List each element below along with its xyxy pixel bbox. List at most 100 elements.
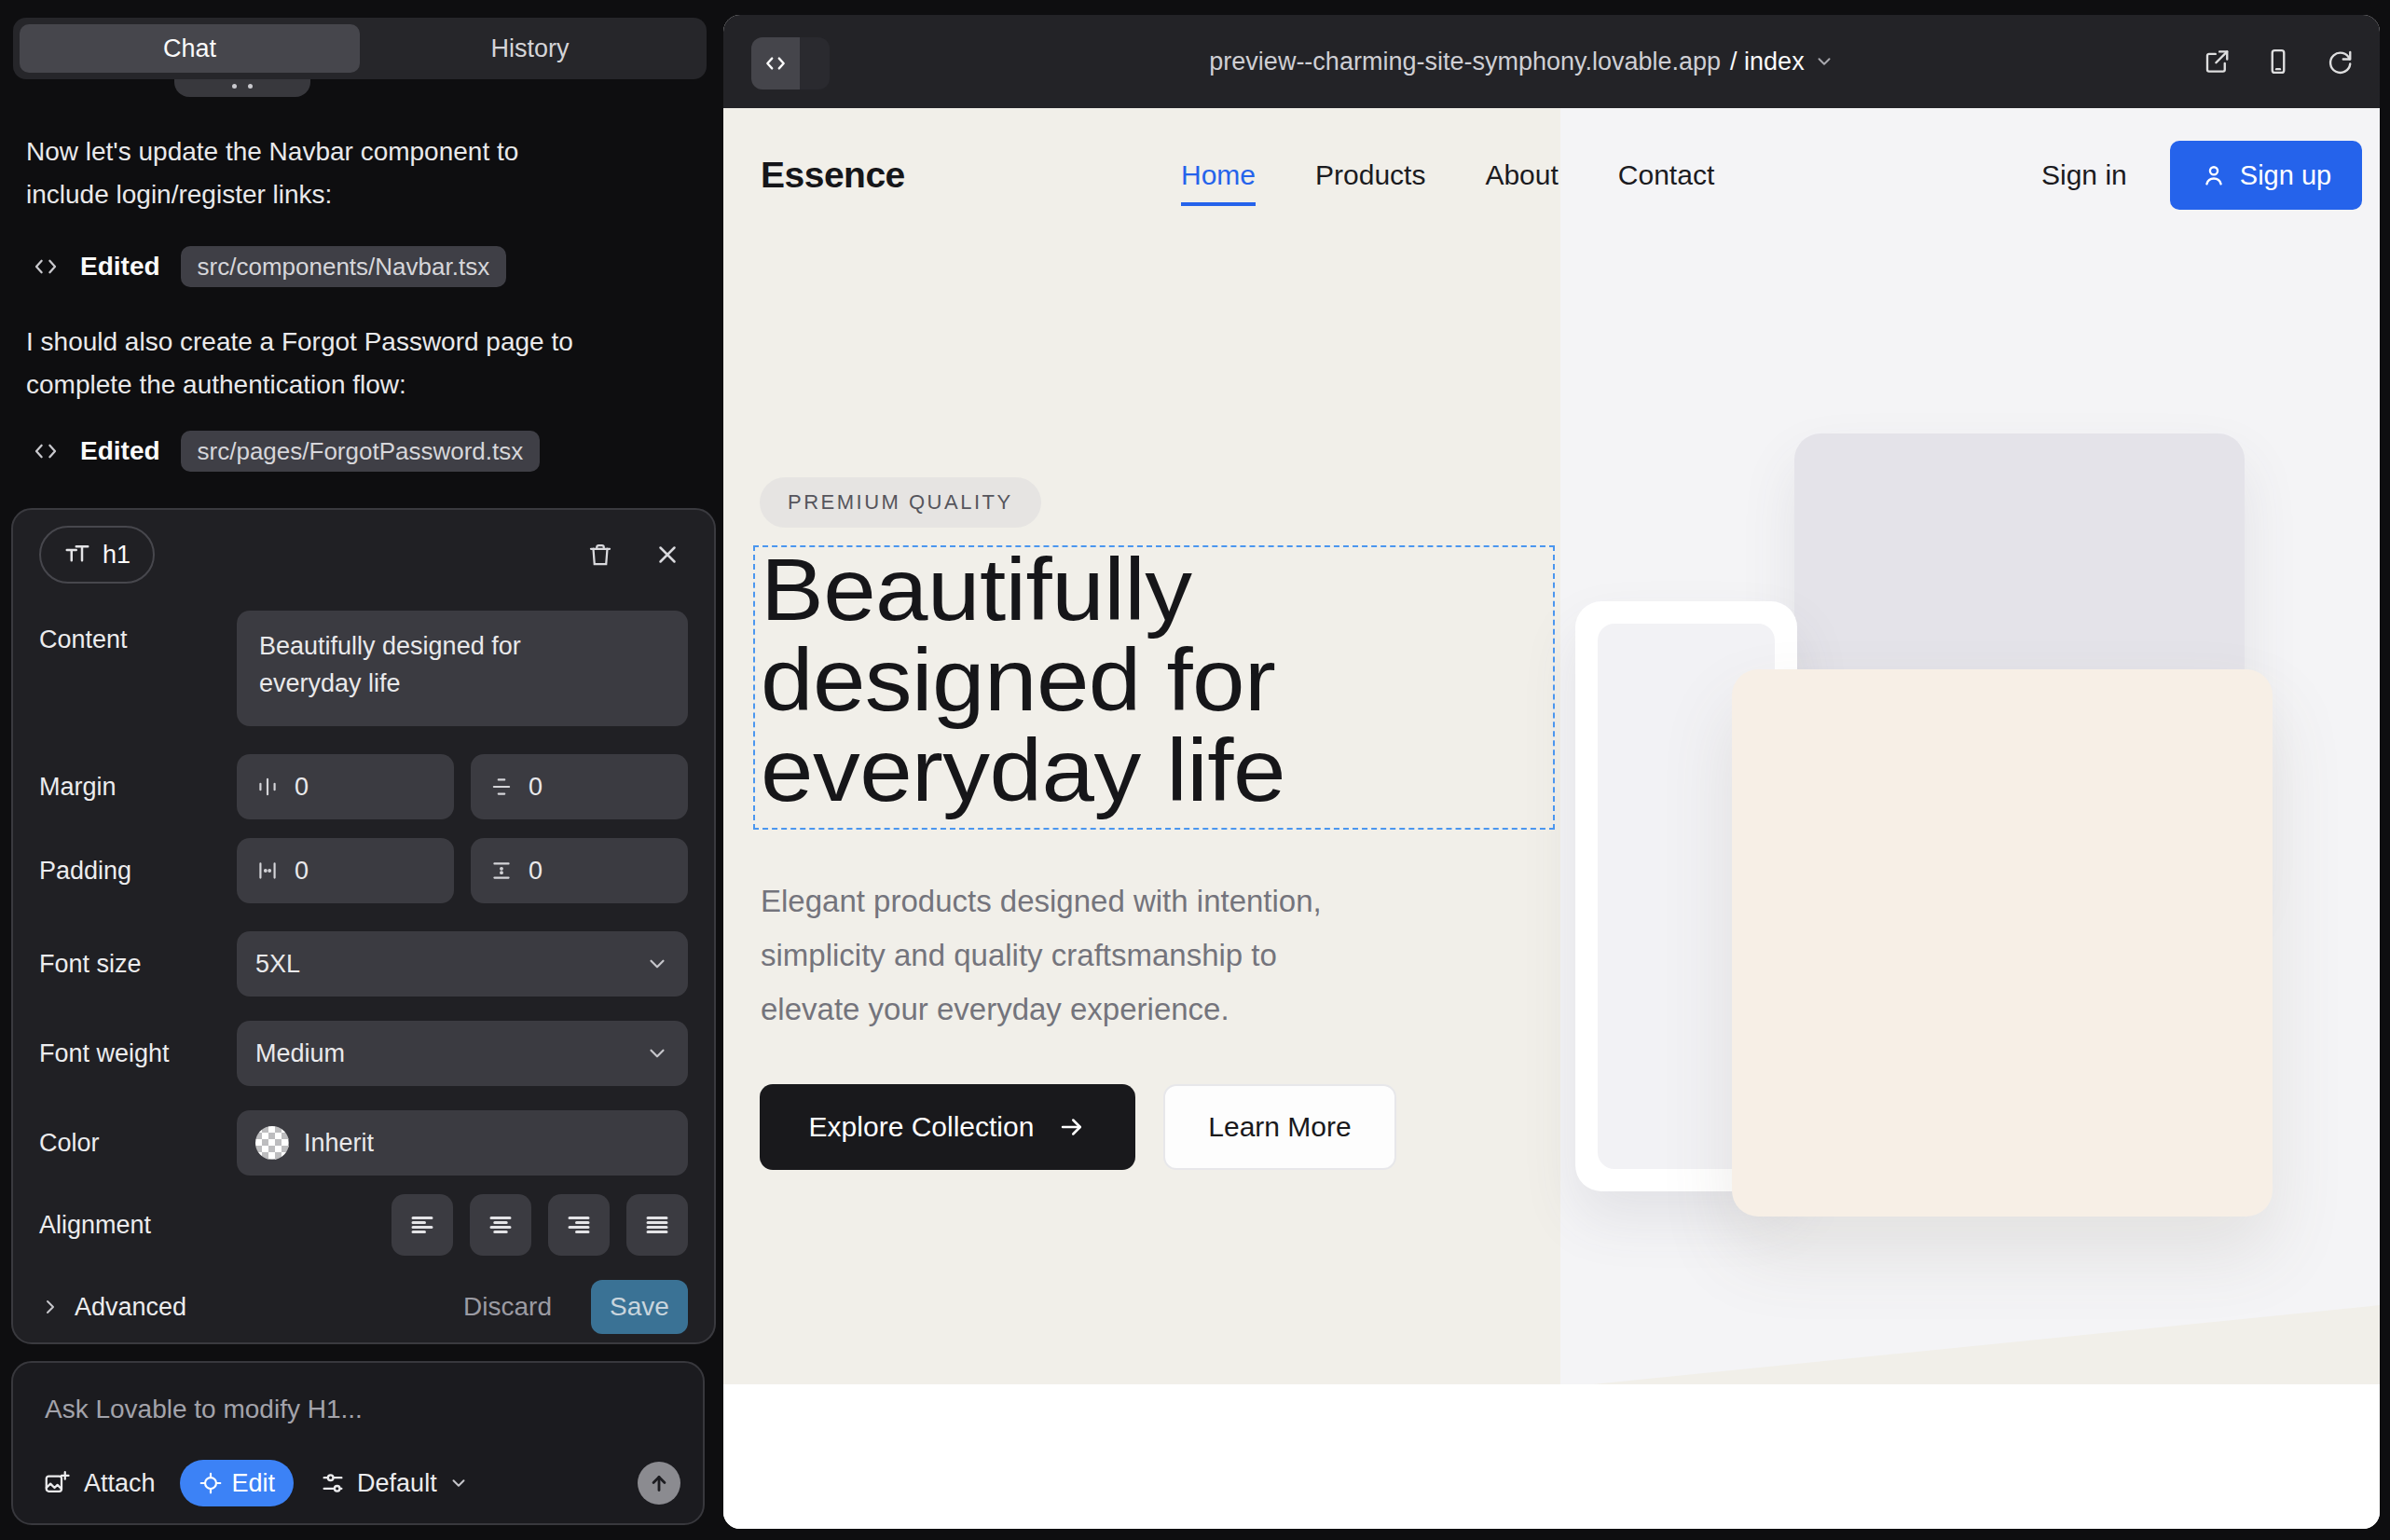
chevron-down-icon xyxy=(645,1041,669,1066)
user-icon xyxy=(2201,162,2227,188)
font-size-row: Font size 5XL xyxy=(13,931,714,997)
close-editor-button[interactable] xyxy=(647,534,688,575)
panel-tabs: Chat History xyxy=(13,18,707,79)
color-swatch xyxy=(255,1126,289,1160)
site-navbar: Essence Home Products About Contact Sign… xyxy=(723,141,2380,210)
mobile-view-icon[interactable] xyxy=(2264,48,2292,76)
edited-file-chip[interactable]: src/pages/ForgotPassword.tsx xyxy=(181,431,541,472)
site-preview: Essence Home Products About Contact Sign… xyxy=(723,108,2380,1529)
preview-topbar: preview--charming-site-symphony.lovable.… xyxy=(723,15,2380,108)
align-center-icon xyxy=(487,1211,515,1239)
align-right-button[interactable] xyxy=(548,1194,610,1256)
align-left-icon xyxy=(408,1211,436,1239)
padding-horizontal-icon xyxy=(255,859,280,883)
font-weight-select[interactable]: Medium xyxy=(237,1021,688,1086)
margin-y-input[interactable]: 0 xyxy=(471,754,688,819)
attach-image-icon xyxy=(43,1469,71,1497)
edited-label: Edited xyxy=(80,436,160,466)
nav-link-home[interactable]: Home xyxy=(1181,159,1256,191)
editor-footer: Advanced Discard Save xyxy=(13,1280,714,1334)
prompt-toolbar: Attach Edit Default xyxy=(35,1460,680,1506)
save-button[interactable]: Save xyxy=(591,1280,688,1334)
ellipsis-dots xyxy=(232,84,253,89)
align-left-button[interactable] xyxy=(391,1194,453,1256)
color-label: Color xyxy=(39,1129,237,1158)
align-right-icon xyxy=(565,1211,593,1239)
color-select[interactable]: Inherit xyxy=(237,1110,688,1176)
sliders-icon xyxy=(320,1470,346,1496)
element-editor-panel: h1 Content Beautifully designed for ever… xyxy=(11,508,716,1344)
target-icon xyxy=(199,1471,223,1495)
mode-select[interactable]: Default xyxy=(320,1469,469,1498)
edit-mode-button[interactable]: Edit xyxy=(180,1460,295,1506)
open-external-icon[interactable] xyxy=(2203,48,2231,76)
hero-section: Essence Home Products About Contact Sign… xyxy=(723,108,2380,1384)
arrow-right-icon xyxy=(1058,1113,1086,1141)
hero-ctas: Explore Collection Learn More xyxy=(760,1084,1396,1170)
hero-heading[interactable]: Beautifully designed for everyday life xyxy=(761,544,1285,816)
padding-x-input[interactable]: 0 xyxy=(237,838,454,903)
code-toggle-button[interactable] xyxy=(751,37,830,89)
margin-label: Margin xyxy=(39,773,237,802)
edited-file-chip[interactable]: src/components/Navbar.tsx xyxy=(181,246,507,287)
learn-more-button[interactable]: Learn More xyxy=(1163,1084,1396,1170)
chevron-down-icon xyxy=(1814,51,1834,72)
margin-x-input[interactable]: 0 xyxy=(237,754,454,819)
align-justify-button[interactable] xyxy=(626,1194,688,1256)
hero-paragraph: Elegant products designed with intention… xyxy=(761,874,1322,1037)
chat-panel: Chat History Now let's update the Navbar… xyxy=(0,0,723,1540)
explore-collection-button[interactable]: Explore Collection xyxy=(760,1084,1135,1170)
tab-history[interactable]: History xyxy=(360,24,700,73)
tab-chat[interactable]: Chat xyxy=(20,24,360,73)
hero-badge: PREMIUM QUALITY xyxy=(760,477,1041,528)
site-logo[interactable]: Essence xyxy=(761,141,905,210)
code-toggle-track xyxy=(800,37,830,89)
site-nav-links: Home Products About Contact xyxy=(1181,141,1714,210)
color-row: Color Inherit xyxy=(13,1110,714,1176)
refresh-icon[interactable] xyxy=(2326,48,2354,76)
discard-button[interactable]: Discard xyxy=(463,1292,552,1322)
sign-in-link[interactable]: Sign in xyxy=(2041,141,2127,210)
chevron-down-icon xyxy=(448,1473,469,1493)
sign-up-button[interactable]: Sign up xyxy=(2170,141,2362,210)
nav-link-about[interactable]: About xyxy=(1485,159,1558,191)
edited-label: Edited xyxy=(80,252,160,282)
margin-vertical-icon xyxy=(489,775,514,799)
nav-link-contact[interactable]: Contact xyxy=(1618,159,1714,191)
preview-url[interactable]: preview--charming-site-symphony.lovable.… xyxy=(723,15,2320,108)
prompt-box[interactable]: Ask Lovable to modify H1... Attach Edit … xyxy=(11,1361,705,1525)
font-size-label: Font size xyxy=(39,950,237,979)
decor-card-beige xyxy=(1732,669,2273,1217)
element-tag-pill[interactable]: h1 xyxy=(39,526,155,584)
preview-panel: preview--charming-site-symphony.lovable.… xyxy=(723,15,2380,1529)
attach-button[interactable]: Attach xyxy=(43,1469,156,1498)
url-path: / index xyxy=(1730,48,1805,76)
chevron-down-icon xyxy=(645,952,669,976)
alignment-label: Alignment xyxy=(39,1211,237,1240)
trash-icon xyxy=(586,541,614,569)
arrow-up-icon xyxy=(647,1471,671,1495)
content-textarea[interactable]: Beautifully designed for everyday life xyxy=(237,611,688,726)
font-weight-label: Font weight xyxy=(39,1039,237,1068)
advanced-toggle[interactable]: Advanced xyxy=(39,1293,186,1322)
alignment-row: Alignment xyxy=(13,1194,714,1256)
delete-element-button[interactable] xyxy=(580,534,621,575)
padding-y-input[interactable]: 0 xyxy=(471,838,688,903)
chevron-right-icon xyxy=(39,1296,62,1318)
nav-link-products[interactable]: Products xyxy=(1315,159,1425,191)
align-center-button[interactable] xyxy=(470,1194,531,1256)
editor-header: h1 xyxy=(39,525,688,584)
align-justify-icon xyxy=(643,1211,671,1239)
content-label: Content xyxy=(39,626,237,654)
font-weight-row: Font weight Medium xyxy=(13,1021,714,1086)
code-icon xyxy=(32,437,60,465)
padding-field-row: Padding 0 0 xyxy=(13,838,714,903)
url-host: preview--charming-site-symphony.lovable.… xyxy=(1209,48,1721,76)
margin-horizontal-icon xyxy=(255,775,280,799)
font-size-select[interactable]: 5XL xyxy=(237,931,688,997)
margin-field-row: Margin 0 0 xyxy=(13,754,714,819)
assistant-message: Now let's update the Navbar component to… xyxy=(26,131,518,216)
lovable-workspace: Chat History Now let's update the Navbar… xyxy=(0,0,2390,1540)
assistant-message: I should also create a Forgot Password p… xyxy=(26,321,573,406)
send-button[interactable] xyxy=(638,1462,680,1505)
